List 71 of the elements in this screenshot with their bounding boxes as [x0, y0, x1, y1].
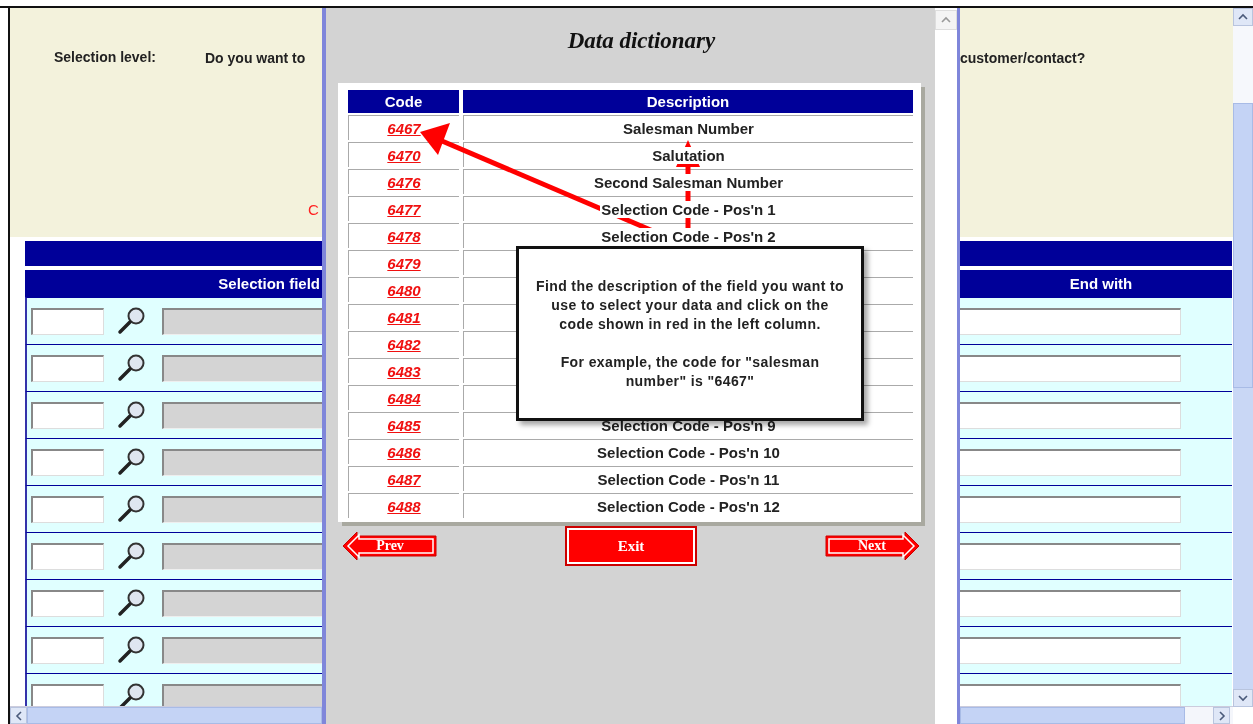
- code-input[interactable]: [31, 401, 104, 429]
- question-text: customer/contact?: [960, 50, 1086, 66]
- end-with-input[interactable]: [960, 354, 1181, 382]
- code-input[interactable]: [31, 448, 104, 476]
- code-link[interactable]: 6478: [387, 227, 421, 245]
- code-link[interactable]: 6467: [387, 119, 421, 137]
- chevron-up-icon: [941, 16, 951, 24]
- description-text: Second Salesman Number: [592, 173, 785, 191]
- column-header: Selection field: [218, 275, 320, 292]
- end-with-input[interactable]: [960, 683, 1181, 706]
- column-header: End with: [1069, 275, 1133, 292]
- search-icon: [116, 541, 146, 571]
- end-with-input[interactable]: [960, 401, 1181, 429]
- code-link[interactable]: 6484: [387, 389, 421, 407]
- code-input[interactable]: [31, 495, 104, 523]
- scrollbar-thumb[interactable]: [1233, 103, 1253, 388]
- column-header: Description: [463, 90, 913, 113]
- search-icon: [116, 494, 146, 524]
- code-link[interactable]: 6477: [387, 200, 421, 218]
- end-with-input[interactable]: [960, 495, 1181, 523]
- field-label: Selection level:: [54, 49, 156, 65]
- scroll-down-button[interactable]: [1233, 689, 1253, 707]
- description-text: Selection Code - Pos'n 2: [600, 227, 777, 245]
- end-with-input[interactable]: [960, 448, 1181, 476]
- question-text: Do you want to: [205, 50, 306, 66]
- next-button[interactable]: Next: [824, 531, 920, 561]
- code-link[interactable]: 6487: [387, 470, 421, 488]
- search-icon: [116, 447, 146, 477]
- search-icon: [116, 353, 146, 383]
- end-with-input[interactable]: [960, 589, 1181, 617]
- end-with-input[interactable]: [960, 542, 1181, 570]
- scrollbar-thumb[interactable]: [960, 707, 1185, 724]
- code-link[interactable]: 6486: [387, 443, 421, 461]
- code-input[interactable]: [31, 589, 104, 617]
- code-link[interactable]: 6479: [387, 254, 421, 272]
- code-link[interactable]: 6481: [387, 308, 421, 326]
- search-icon: [116, 588, 146, 618]
- chevron-left-icon: [14, 710, 23, 721]
- code-input[interactable]: [31, 354, 104, 382]
- instruction-text: For example, the code for "salesman number" is "6467": [559, 353, 821, 391]
- dialog-title: Data dictionary: [566, 27, 717, 55]
- description-text: Salutation: [651, 146, 726, 164]
- code-input[interactable]: [31, 636, 104, 664]
- scroll-right-button[interactable]: [1213, 707, 1230, 724]
- end-with-input[interactable]: [960, 307, 1181, 335]
- code-input[interactable]: [31, 542, 104, 570]
- code-link[interactable]: 6482: [387, 335, 421, 353]
- end-with-input[interactable]: [960, 636, 1181, 664]
- search-icon: [116, 635, 146, 665]
- scroll-up-button[interactable]: [1233, 8, 1253, 26]
- code-input[interactable]: [31, 307, 104, 335]
- scroll-left-button[interactable]: [10, 707, 27, 724]
- search-icon: [116, 400, 146, 430]
- message-text: C: [308, 201, 319, 218]
- chevron-up-icon: [1238, 13, 1248, 21]
- exit-button[interactable]: Exit: [567, 528, 695, 564]
- code-link[interactable]: 6480: [387, 281, 421, 299]
- description-text: Selection Code - Pos'n 1: [600, 200, 777, 218]
- code-link[interactable]: 6470: [387, 146, 421, 164]
- code-input[interactable]: [31, 683, 104, 706]
- chevron-down-icon: [1238, 694, 1248, 702]
- column-header: Code: [348, 90, 459, 113]
- search-icon: [116, 306, 146, 336]
- code-link[interactable]: 6485: [387, 416, 421, 434]
- previous-button[interactable]: Prev: [342, 531, 438, 561]
- scrollbar-thumb[interactable]: [27, 707, 322, 724]
- code-link[interactable]: 6488: [387, 497, 421, 515]
- chevron-right-icon: [1217, 710, 1226, 721]
- code-link[interactable]: 6483: [387, 362, 421, 380]
- instruction-text: Find the description of the field you want to use to select your data and click on the code shown in red in the left column.: [534, 277, 846, 334]
- code-link[interactable]: 6476: [387, 173, 421, 191]
